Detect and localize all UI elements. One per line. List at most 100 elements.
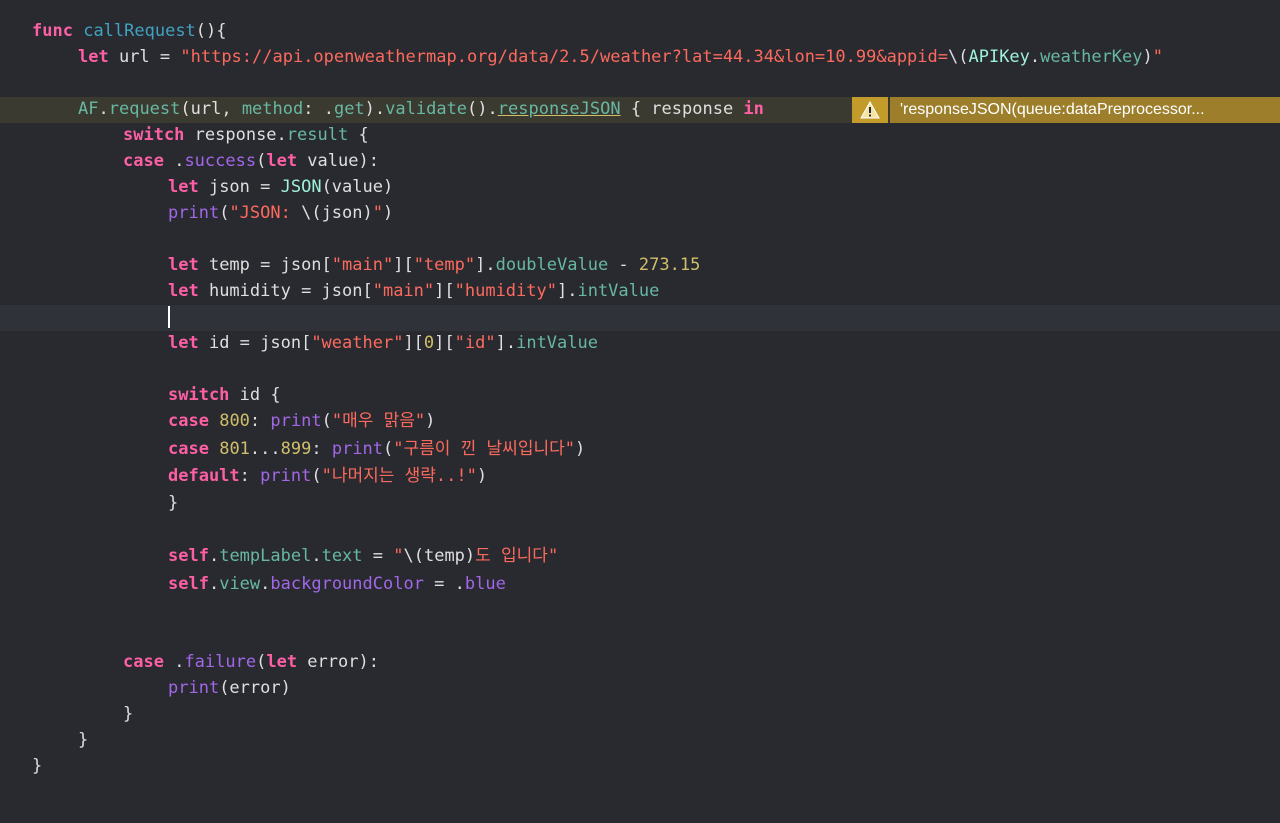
code-token: response. bbox=[184, 125, 287, 145]
code-token-fn: AF bbox=[78, 99, 99, 119]
warning-icon-button[interactable] bbox=[852, 97, 888, 123]
code-token-decl: callRequest bbox=[83, 21, 196, 41]
code-token: ( bbox=[311, 466, 322, 486]
code-line[interactable] bbox=[0, 304, 170, 330]
code-line[interactable]: let url = "https://api.openweathermap.or… bbox=[0, 44, 1163, 70]
code-token: : bbox=[311, 439, 332, 459]
code-line[interactable]: let id = json["weather"][0]["id"].intVal… bbox=[0, 330, 598, 356]
code-token-fn: request bbox=[108, 99, 181, 119]
code-line[interactable] bbox=[0, 597, 32, 623]
code-token: . bbox=[163, 652, 185, 672]
code-token-fn: get bbox=[333, 99, 365, 119]
code-line[interactable]: switch id { bbox=[0, 382, 281, 408]
code-line[interactable]: let json = JSON(value) bbox=[0, 174, 393, 200]
code-token: ). bbox=[364, 99, 386, 119]
code-token: { bbox=[348, 125, 369, 145]
code-token: } bbox=[78, 730, 89, 750]
code-token: error): bbox=[297, 652, 379, 672]
code-line[interactable]: case 800: print("매우 맑음") bbox=[0, 408, 435, 434]
code-line[interactable] bbox=[0, 516, 32, 542]
code-token-kw: let bbox=[168, 281, 199, 301]
code-token-lib: print bbox=[260, 466, 312, 486]
code-token: ) bbox=[383, 203, 394, 223]
code-line[interactable] bbox=[0, 226, 32, 252]
code-token-fn: responseJSON bbox=[497, 99, 621, 119]
code-token: } bbox=[168, 493, 179, 513]
code-line[interactable]: print(error) bbox=[0, 675, 291, 701]
code-token-kw: let bbox=[266, 151, 298, 171]
code-line[interactable]: func callRequest(){ bbox=[0, 18, 227, 44]
code-line[interactable]: let humidity = json["main"]["humidity"].… bbox=[0, 278, 659, 304]
code-token-fn: intValue bbox=[577, 281, 660, 301]
code-line[interactable] bbox=[0, 356, 32, 382]
code-token-kw: in bbox=[743, 99, 764, 119]
code-token: ( bbox=[321, 411, 332, 431]
code-line[interactable]: AF.request(url, method: .get).validate()… bbox=[0, 96, 764, 122]
code-token-lib: backgroundColor bbox=[270, 574, 424, 594]
code-token: = . bbox=[423, 574, 465, 594]
code-token-num: 800 bbox=[219, 411, 250, 431]
code-token-cls: JSON bbox=[280, 177, 322, 197]
code-token: humidity = json[ bbox=[198, 281, 373, 301]
code-token: : . bbox=[303, 99, 334, 119]
code-line[interactable]: self.view.backgroundColor = .blue bbox=[0, 571, 506, 597]
code-token-str: "나머지는 생략..!" bbox=[321, 466, 477, 486]
code-token-kw: let bbox=[266, 652, 298, 672]
code-line[interactable]: case .failure(let error): bbox=[0, 649, 379, 675]
code-token: temp = json[ bbox=[198, 255, 332, 275]
code-token: \(temp) bbox=[403, 546, 476, 566]
code-token: id = json[ bbox=[198, 333, 312, 353]
code-line[interactable] bbox=[0, 623, 32, 649]
current-line-highlight bbox=[0, 305, 1280, 331]
code-token: . bbox=[1029, 47, 1041, 67]
code-line[interactable]: self.tempLabel.text = "\(temp)도 입니다" bbox=[0, 543, 558, 569]
code-token-str: " bbox=[372, 203, 383, 223]
code-token-kw: switch bbox=[123, 125, 185, 145]
code-token: ( bbox=[256, 652, 267, 672]
code-token: \( bbox=[948, 47, 969, 67]
code-line[interactable]: let temp = json["main"]["temp"].doubleVa… bbox=[0, 252, 700, 278]
code-token: url = bbox=[108, 47, 181, 67]
code-token: : bbox=[249, 411, 271, 431]
code-token-str: 도 입니다" bbox=[475, 546, 559, 566]
code-token-lib: blue bbox=[464, 574, 506, 594]
code-line[interactable]: case 801...899: print("구름이 낀 날씨입니다") bbox=[0, 436, 585, 462]
code-token: (value) bbox=[321, 177, 394, 197]
code-token-str: "temp" bbox=[413, 255, 476, 275]
code-token-kw: let bbox=[168, 177, 199, 197]
code-token-fn: view bbox=[219, 574, 261, 594]
code-token: } bbox=[123, 704, 134, 724]
code-token: . bbox=[311, 546, 322, 566]
code-line[interactable]: default: print("나머지는 생략..!") bbox=[0, 463, 487, 489]
code-token: - bbox=[608, 255, 639, 275]
code-token: \(json) bbox=[301, 203, 373, 223]
code-line[interactable]: } bbox=[0, 753, 42, 779]
code-line[interactable]: } bbox=[0, 490, 178, 516]
code-line[interactable]: } bbox=[0, 727, 88, 753]
code-token: . bbox=[208, 574, 220, 594]
code-token-str: "main" bbox=[331, 255, 394, 275]
code-token-lib: print bbox=[270, 411, 322, 431]
code-token: ( bbox=[383, 439, 394, 459]
code-token-fn: doubleValue bbox=[495, 255, 609, 275]
code-token-kw: self bbox=[168, 546, 209, 566]
code-token-kw: func bbox=[32, 21, 73, 41]
code-token: (error) bbox=[219, 678, 291, 698]
code-line[interactable]: case .success(let value): bbox=[0, 148, 379, 174]
code-token-fn: result bbox=[286, 125, 349, 145]
code-token-fn: method bbox=[241, 99, 304, 119]
code-line[interactable] bbox=[0, 70, 32, 96]
warning-message[interactable]: 'responseJSON(queue:dataPreprocessor... bbox=[890, 97, 1280, 123]
code-token-num: 273.15 bbox=[638, 255, 701, 275]
code-line[interactable]: print("JSON: \(json)") bbox=[0, 200, 393, 226]
code-token-kw: let bbox=[78, 47, 109, 67]
code-token: ) bbox=[425, 411, 436, 431]
code-token-lib: print bbox=[331, 439, 384, 459]
code-token-kw: case bbox=[168, 439, 209, 459]
code-line[interactable]: } bbox=[0, 701, 133, 727]
code-line[interactable]: switch response.result { bbox=[0, 122, 369, 148]
code-editor[interactable]: func callRequest(){let url = "https://ap… bbox=[0, 0, 1280, 823]
code-token: . bbox=[163, 151, 185, 171]
